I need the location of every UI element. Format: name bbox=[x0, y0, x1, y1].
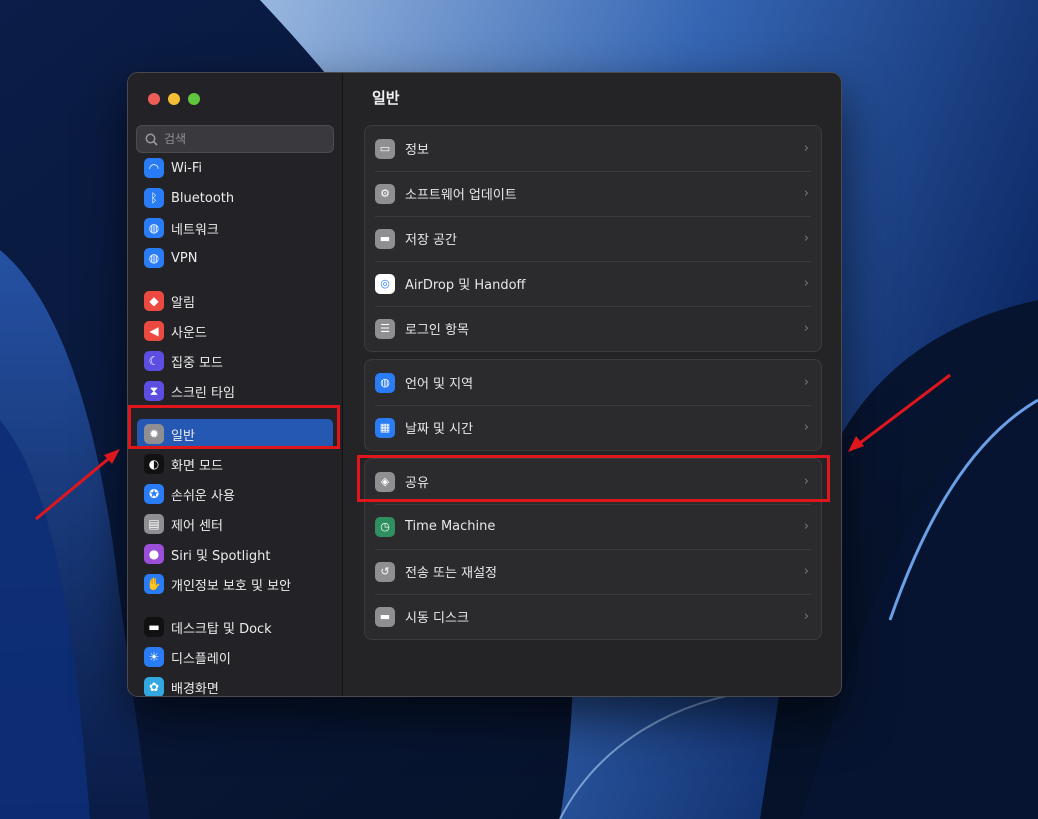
annotation-arrow-left bbox=[35, 373, 951, 521]
